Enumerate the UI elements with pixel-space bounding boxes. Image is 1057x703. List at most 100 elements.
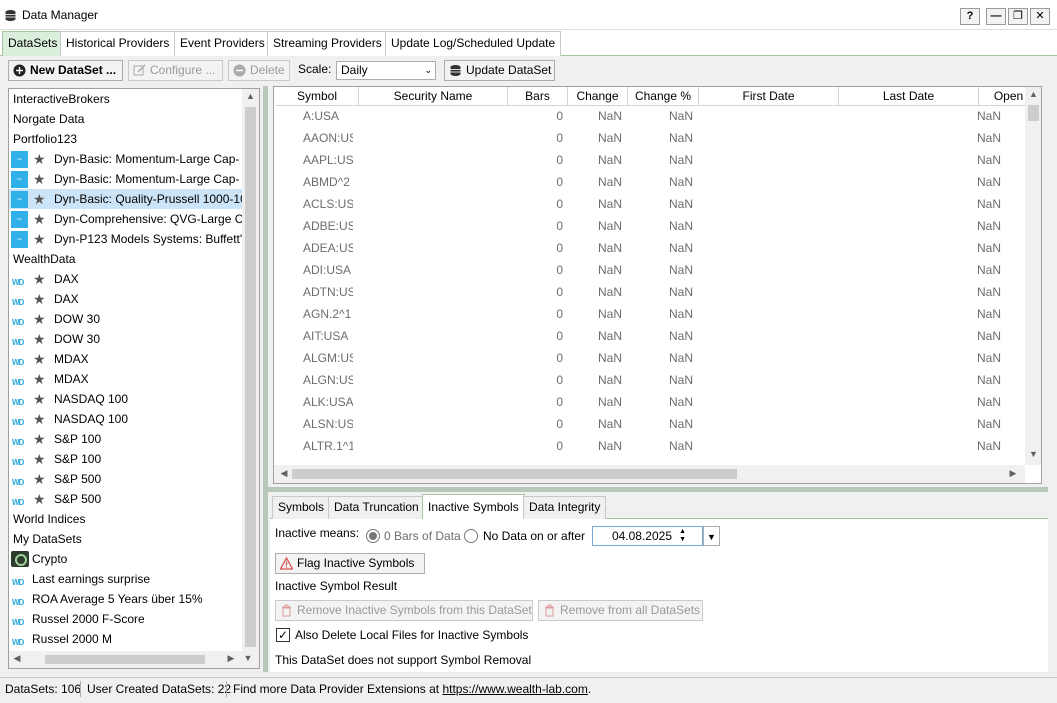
scroll-left-icon[interactable]: ◀ [278, 468, 290, 479]
tree-item[interactable]: My DataSets [9, 529, 242, 549]
tree-item[interactable]: Norgate Data [9, 109, 242, 129]
tab-update-log[interactable]: Update Log/Scheduled Update [385, 31, 562, 56]
tree-item[interactable]: WD Russel 2000 M [9, 629, 242, 649]
table-row[interactable]: ADEA:USA 0 NaN NaN NaN [274, 237, 1024, 259]
table-row[interactable]: ALTR.1^1 0 NaN NaN NaN [274, 435, 1024, 457]
tab-event-providers[interactable]: Event Providers [174, 31, 271, 56]
tree-item[interactable]: WD ★ S&P 100 [9, 429, 242, 449]
table-row[interactable]: AGN.2^1 0 NaN NaN NaN [274, 303, 1024, 325]
scroll-right-icon[interactable]: ▶ [1007, 468, 1019, 479]
radio-zero-bars[interactable] [366, 529, 380, 543]
column-header-security-name[interactable]: Security Name [359, 87, 508, 106]
scroll-down-icon[interactable]: ▼ [1025, 449, 1041, 459]
tree-item[interactable]: ~ ★ Dyn-P123 Models Systems: Buffett's [9, 229, 242, 249]
scroll-left-icon[interactable]: ◀ [11, 653, 23, 664]
column-header-change[interactable]: Change [568, 87, 628, 106]
close-button[interactable]: ✕ [1030, 8, 1050, 25]
column-header-change-pct[interactable]: Change % [628, 87, 699, 106]
tab-historical-providers[interactable]: Historical Providers [60, 31, 176, 56]
grid-horizontal-scrollbar[interactable]: ◀ ▶ [274, 465, 1025, 483]
help-button[interactable]: ? [960, 8, 980, 25]
tab-symbols[interactable]: Symbols [272, 496, 331, 519]
table-row[interactable]: AIT:USA 0 NaN NaN NaN [274, 325, 1024, 347]
tree-item[interactable]: ~ ★ Dyn-Basic: Momentum-Large Cap- [9, 169, 242, 189]
table-row[interactable]: AAPL:USA 0 NaN NaN NaN [274, 149, 1024, 171]
configure-button[interactable]: Configure ... [128, 60, 223, 81]
vertical-splitter[interactable] [263, 86, 268, 672]
tree-item[interactable]: WD ★ S&P 100 [9, 449, 242, 469]
new-dataset-button[interactable]: New DataSet ... [8, 60, 123, 81]
tree-item[interactable]: InteractiveBrokers [9, 89, 242, 109]
tab-datasets[interactable]: DataSets [2, 31, 64, 57]
tree-item[interactable]: WD ★ DOW 30 [9, 309, 242, 329]
table-row[interactable]: ABMD^2 0 NaN NaN NaN [274, 171, 1024, 193]
column-header-last-date[interactable]: Last Date [839, 87, 979, 106]
tab-data-integrity[interactable]: Data Integrity [523, 496, 607, 519]
column-header-symbol[interactable]: Symbol [276, 87, 359, 106]
date-dropdown-button[interactable]: ▼ [703, 526, 720, 546]
remove-from-this-button[interactable]: Remove Inactive Symbols from this DataSe… [275, 600, 533, 621]
tree-item[interactable]: WD ★ S&P 500 [9, 469, 242, 489]
tree-item[interactable]: ~ ★ Dyn-Basic: Momentum-Large Cap- [9, 149, 242, 169]
tree-item[interactable]: ~ ★ Dyn-Comprehensive: QVG-Large Ca [9, 209, 242, 229]
scroll-right-icon[interactable]: ▶ [225, 653, 237, 664]
minimize-button[interactable]: — [986, 8, 1006, 25]
table-row[interactable]: ADTN:USA 0 NaN NaN NaN [274, 281, 1024, 303]
remove-from-all-button[interactable]: Remove from all DataSets [538, 600, 703, 621]
scale-select[interactable]: Daily ⌄ [336, 61, 436, 80]
tab-streaming-providers[interactable]: Streaming Providers [267, 31, 388, 56]
tree-item[interactable]: WD ★ S&P 500 [9, 489, 242, 509]
table-row[interactable]: ALGN:US 0 NaN NaN NaN [274, 369, 1024, 391]
tree-item[interactable]: WealthData [9, 249, 242, 269]
tree-item[interactable]: WD Russel 2000 F-Score [9, 609, 242, 629]
tree-item[interactable]: WD ★ DAX [9, 289, 242, 309]
grid-vertical-scrollbar[interactable]: ▲ ▼ [1025, 87, 1041, 465]
tree-item[interactable]: WD ★ DAX [9, 269, 242, 289]
table-row[interactable]: AAON:US 0 NaN NaN NaN [274, 127, 1024, 149]
flag-inactive-button[interactable]: Flag Inactive Symbols [275, 553, 425, 574]
scroll-down-icon[interactable]: ▼ [242, 653, 254, 663]
table-row[interactable]: ALGM:US 0 NaN NaN NaN [274, 347, 1024, 369]
tree-hscroll-thumb[interactable] [45, 655, 205, 664]
grid-hscroll-thumb[interactable] [292, 469, 737, 479]
tree-item[interactable]: WD ROA Average 5 Years über 15% [9, 589, 242, 609]
tree-item[interactable]: Crypto [9, 549, 242, 569]
maximize-button[interactable]: ❐ [1008, 8, 1028, 25]
radio-no-data[interactable] [464, 529, 478, 543]
tree-item[interactable]: WD ★ NASDAQ 100 [9, 389, 242, 409]
dataset-tree[interactable]: InteractiveBrokers Norgate Data Portfolio1… [8, 88, 260, 669]
tree-item[interactable]: World Indices [9, 509, 242, 529]
table-row[interactable]: ALK:USA 0 NaN NaN NaN [274, 391, 1024, 413]
symbol-grid[interactable]: Symbol Security Name Bars Change Change % Fir… [273, 86, 1042, 484]
grid-scroll-thumb[interactable] [1028, 105, 1039, 121]
tree-item[interactable]: Portfolio123 [9, 129, 242, 149]
update-dataset-button[interactable]: Update DataSet [444, 60, 555, 81]
tree-item[interactable]: WD ★ NASDAQ 100 [9, 409, 242, 429]
table-row[interactable]: ADBE:USA 0 NaN NaN NaN [274, 215, 1024, 237]
also-delete-checkbox[interactable]: ✓ [276, 628, 290, 642]
tree-item[interactable]: ~ ★ Dyn-Basic: Quality-Prussell 1000-10 [9, 189, 242, 209]
scroll-up-icon[interactable]: ▲ [242, 91, 259, 101]
tree-item[interactable]: WD Last earnings surprise [9, 569, 242, 589]
date-picker[interactable]: 04.08.2025 ▲ ▼ [592, 526, 703, 546]
column-header-first-date[interactable]: First Date [699, 87, 839, 106]
tab-data-truncation[interactable]: Data Truncation [328, 496, 425, 519]
horizontal-splitter[interactable] [268, 487, 1048, 492]
spinner-icon[interactable]: ▲ ▼ [679, 528, 686, 544]
tree-item[interactable]: WD ★ MDAX [9, 369, 242, 389]
wealth-lab-link[interactable]: https://www.wealth-lab.com [442, 682, 587, 696]
tree-horizontal-scrollbar[interactable]: ◀ ▶ ▼ [9, 651, 259, 668]
table-row[interactable]: A:USA 0 NaN NaN NaN [274, 105, 1024, 127]
tree-vertical-scrollbar[interactable]: ▲ [242, 89, 259, 651]
column-header-bars[interactable]: Bars [508, 87, 568, 106]
tree-scroll-thumb[interactable] [245, 107, 256, 647]
tab-inactive-symbols[interactable]: Inactive Symbols [422, 494, 525, 519]
tree-item[interactable]: WD ★ DOW 30 [9, 329, 242, 349]
table-row[interactable]: ADI:USA 0 NaN NaN NaN [274, 259, 1024, 281]
tree-item[interactable]: WD ★ MDAX [9, 349, 242, 369]
table-row[interactable]: ALSN:USA 0 NaN NaN NaN [274, 413, 1024, 435]
title-bar: Data Manager ? — ❐ ✕ [0, 0, 1057, 30]
scroll-up-icon[interactable]: ▲ [1025, 89, 1041, 99]
table-row[interactable]: ACLS:USA 0 NaN NaN NaN [274, 193, 1024, 215]
delete-button[interactable]: Delete [228, 60, 290, 81]
